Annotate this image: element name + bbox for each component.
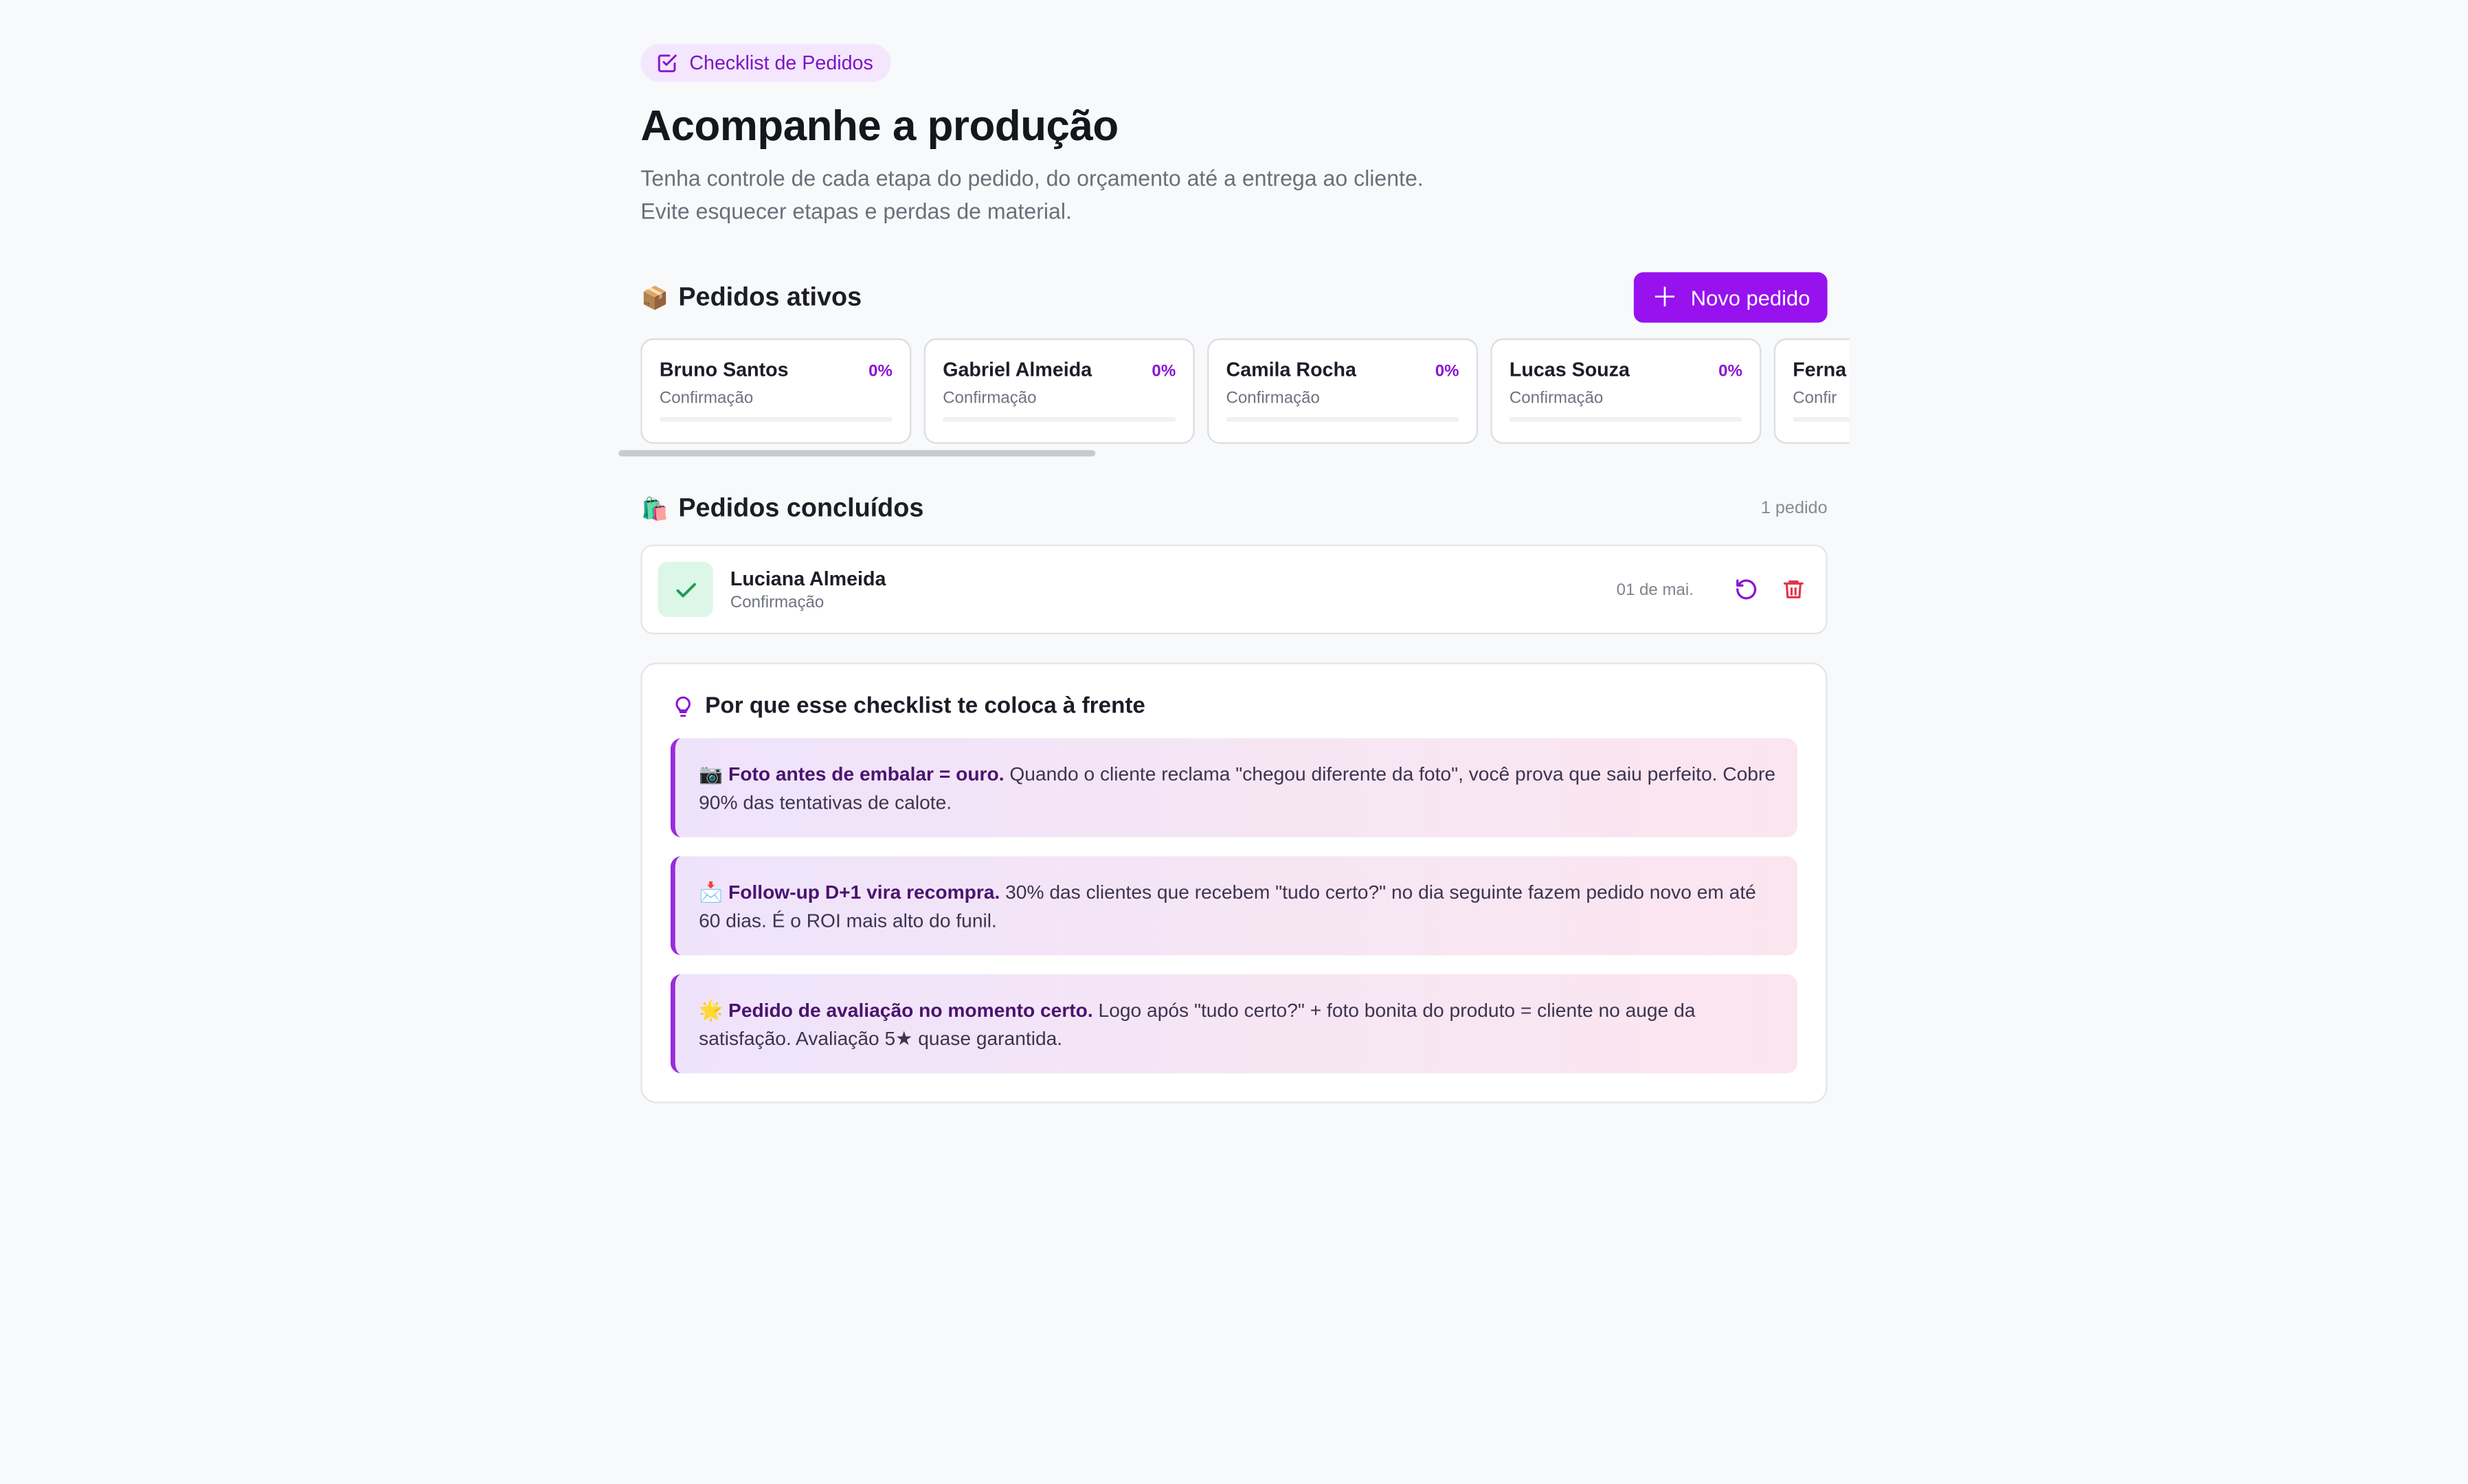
subtitle-line-1: Tenha controle de cada etapa do pedido, … xyxy=(640,165,1424,191)
shopping-bags-icon: 🛍️ xyxy=(640,495,669,521)
completed-orders-label: Pedidos concluídos xyxy=(678,493,924,522)
order-name: Ferna xyxy=(1793,359,1847,381)
completed-order-name: Luciana Almeida xyxy=(730,567,886,589)
tips-title: Por que esse checklist te coloca à frent… xyxy=(672,694,1797,719)
order-progress-bar xyxy=(1509,417,1742,422)
completed-count: 1 pedido xyxy=(1760,499,1828,518)
delete-button[interactable] xyxy=(1775,572,1810,607)
completed-order-info: Luciana Almeida Confirmação xyxy=(730,567,1617,611)
order-card[interactable]: Camila Rocha 0% Confirmação xyxy=(1207,338,1479,445)
page-subtitle: Tenha controle de cada etapa do pedido, … xyxy=(640,162,1827,228)
completed-orders-header: 🛍️ Pedidos concluídos 1 pedido xyxy=(640,489,1828,527)
tip-item: 🌟 Pedido de avaliação no momento certo. … xyxy=(670,974,1798,1074)
order-card[interactable]: Lucas Souza 0% Confirmação xyxy=(1490,338,1762,445)
main-container: Checklist de Pedidos Acompanhe a produçã… xyxy=(618,44,1850,1103)
order-name: Gabriel Almeida xyxy=(943,359,1092,381)
section-badge: Checklist de Pedidos xyxy=(640,44,890,82)
order-card[interactable]: Ferna Confir xyxy=(1773,338,1850,445)
new-order-label: Novo pedido xyxy=(1690,285,1810,310)
reopen-button[interactable] xyxy=(1728,572,1762,607)
order-name: Lucas Souza xyxy=(1509,359,1630,381)
active-orders-list: Bruno Santos 0% Confirmação Gabriel Almei… xyxy=(640,338,1850,445)
envelope-icon: 📩 xyxy=(699,881,723,903)
lightbulb-icon xyxy=(675,696,691,717)
tip-highlight: Foto antes de embalar = ouro. xyxy=(728,763,1005,786)
order-stage: Confirmação xyxy=(943,388,1037,408)
camera-icon: 📷 xyxy=(699,763,723,786)
check-icon xyxy=(675,582,695,597)
tip-highlight: Pedido de avaliação no momento certo. xyxy=(728,999,1093,1022)
order-stage: Confirmação xyxy=(1226,388,1320,408)
order-progress-bar xyxy=(659,417,893,422)
completed-order-stage: Confirmação xyxy=(730,592,824,611)
star-icon: 🌟 xyxy=(699,999,723,1022)
completed-check xyxy=(658,561,713,617)
subtitle-line-2: Evite esquecer etapas e perdas de materi… xyxy=(640,198,1072,224)
active-orders-carousel[interactable]: Bruno Santos 0% Confirmação Gabriel Almei… xyxy=(640,338,1850,449)
order-card[interactable]: Bruno Santos 0% Confirmação xyxy=(640,338,912,445)
completed-order-date: 01 de mai. xyxy=(1616,580,1694,599)
order-percent: 0% xyxy=(1152,361,1176,381)
active-orders-title: 📦 Pedidos ativos xyxy=(640,282,862,313)
trash-icon xyxy=(1782,580,1803,598)
order-progress-bar xyxy=(1226,417,1459,422)
order-stage: Confir xyxy=(1793,388,1837,408)
order-name: Camila Rocha xyxy=(1226,359,1356,381)
badge-label: Checklist de Pedidos xyxy=(689,52,873,74)
tip-item: 📩 Follow-up D+1 vira recompra. 30% das c… xyxy=(670,856,1798,956)
order-progress-bar xyxy=(1793,417,1850,422)
order-percent: 0% xyxy=(1435,361,1459,381)
order-percent: 0% xyxy=(868,361,893,381)
new-order-button[interactable]: ＋ Novo pedido xyxy=(1634,272,1828,323)
package-icon: 📦 xyxy=(640,284,669,310)
undo-icon xyxy=(1735,579,1756,600)
order-progress-bar xyxy=(943,417,1176,422)
page: Checklist de Pedidos Acompanhe a produçã… xyxy=(0,0,2468,1484)
checklist-icon xyxy=(658,54,677,73)
carousel-scrollbar[interactable] xyxy=(618,450,1096,456)
plus-icon: ＋ xyxy=(1651,282,1679,313)
completed-order-row[interactable]: Luciana Almeida Confirmação 01 de mai. xyxy=(640,544,1828,635)
tips-panel: Por que esse checklist te coloca à frent… xyxy=(640,662,1828,1103)
page-title: Acompanhe a produção xyxy=(640,102,1119,150)
order-stage: Confirmação xyxy=(659,388,754,408)
order-name: Bruno Santos xyxy=(659,359,789,381)
active-orders-label: Pedidos ativos xyxy=(678,282,862,311)
completed-orders-title: 🛍️ Pedidos concluídos xyxy=(640,493,923,524)
order-percent: 0% xyxy=(1718,361,1742,381)
tips-title-label: Por que esse checklist te coloca à frent… xyxy=(705,694,1145,719)
tip-item: 📷 Foto antes de embalar = ouro. Quando o… xyxy=(670,738,1798,837)
tip-highlight: Follow-up D+1 vira recompra. xyxy=(728,881,1000,903)
order-stage: Confirmação xyxy=(1509,388,1604,408)
order-card[interactable]: Gabriel Almeida 0% Confirmação xyxy=(923,338,1195,445)
active-orders-header: 📦 Pedidos ativos ＋ Novo pedido xyxy=(640,272,1828,323)
